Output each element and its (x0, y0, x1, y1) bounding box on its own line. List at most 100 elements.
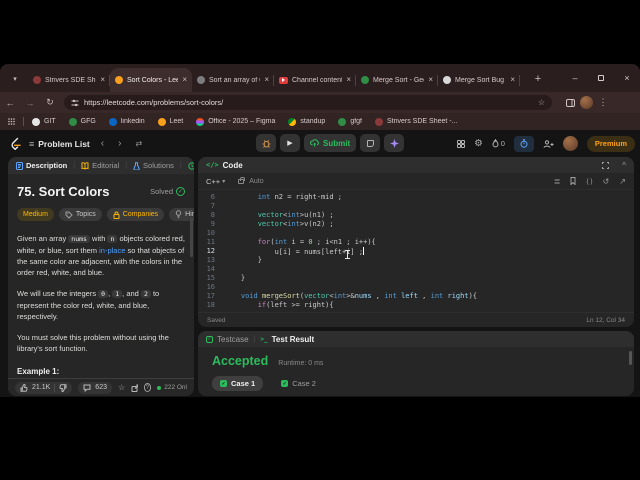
submit-button[interactable]: Submit (304, 134, 357, 152)
browser-profile-avatar[interactable] (580, 96, 593, 109)
expand-editor-icon[interactable]: ↗ (619, 177, 626, 186)
premium-button[interactable]: Premium (586, 135, 635, 152)
browser-tab[interactable]: Strivers SDE Sheet × (28, 68, 110, 92)
code-line[interactable]: 15 } (198, 274, 634, 283)
code-line[interactable]: 16 (198, 283, 634, 292)
code-line[interactable]: 13 } (198, 256, 634, 265)
fullscreen-icon[interactable] (602, 161, 610, 169)
bookmark-item[interactable]: Strivers SDE Sheet -... (375, 117, 457, 126)
reset-code-icon[interactable]: ↺ (603, 177, 610, 186)
code-line[interactable]: 7 (198, 202, 634, 211)
notes-button[interactable] (360, 134, 381, 152)
code-line[interactable]: 17 void mergeSort(vector<int>&nums , int… (198, 292, 634, 301)
tab-close-icon[interactable]: × (182, 76, 187, 84)
browser-tab[interactable]: Sort an array of 0s × (192, 68, 274, 92)
browser-tab[interactable]: Sort Colors - LeetC× (110, 68, 192, 92)
code-line[interactable]: 8 vector<int>u(n1) ; (198, 211, 634, 220)
next-problem-button[interactable]: › (115, 138, 124, 149)
case-2-pill[interactable]: ✓ Case 2 (273, 376, 324, 391)
bookmark-item[interactable]: Office - 2025 – Figma (196, 117, 275, 126)
tab-description[interactable]: Description (16, 161, 67, 170)
debugger-button[interactable] (256, 134, 276, 152)
bookmark-item[interactable]: gfgf (338, 117, 362, 126)
code-line[interactable]: 9 vector<int>v(n2) ; (198, 220, 634, 229)
timer-button[interactable] (513, 135, 534, 152)
comments-pill[interactable]: 623 (78, 381, 112, 394)
invite-user-icon[interactable] (543, 139, 554, 148)
code-editor[interactable]: 6 int n2 = right-mid ; 7 8 vector<int>u(n1… (198, 190, 634, 312)
tab-close-icon[interactable]: × (428, 76, 433, 84)
user-avatar[interactable] (562, 136, 578, 151)
apps-grid-icon[interactable] (8, 118, 15, 125)
in-place-link[interactable]: in-place (99, 246, 125, 255)
bookmark-item[interactable]: GIT (32, 117, 56, 126)
code-line[interactable]: 11 for(int i = 0 ; i<n1 ; i++){ (198, 238, 634, 247)
tab-close-icon[interactable]: × (264, 76, 269, 84)
case-1-pill[interactable]: ✓ Case 1 (212, 376, 264, 391)
bookmark-item[interactable]: GFG (68, 117, 96, 126)
tab-testcase[interactable]: ✓ Testcase (206, 335, 249, 344)
back-button[interactable]: ← (0, 98, 20, 108)
ai-assistant-button[interactable] (384, 134, 405, 152)
scrollbar-thumb[interactable] (629, 351, 632, 365)
share-icon[interactable] (131, 384, 138, 392)
play-icon: ▶ (287, 140, 293, 147)
leetcode-logo[interactable] (10, 137, 21, 150)
language-selector[interactable]: C++ ▾ (206, 177, 225, 186)
new-tab-button[interactable]: + (530, 71, 546, 87)
scrollbar-thumb[interactable] (190, 217, 193, 257)
tab-editorial[interactable]: Editorial (81, 161, 119, 170)
case-check-icon: ✓ (281, 380, 289, 387)
tab-submissions[interactable]: Subm (188, 161, 194, 170)
layout-switcher-icon[interactable] (457, 139, 466, 148)
tab-close-icon[interactable]: × (100, 76, 105, 84)
difficulty-badge[interactable]: Medium (17, 208, 54, 221)
site-info-icon[interactable] (71, 99, 79, 107)
close-window-button[interactable]: × (614, 73, 640, 83)
code-line[interactable]: 10 (198, 229, 634, 238)
divider: | (73, 162, 76, 169)
format-code-icon[interactable]: ≣ (554, 177, 561, 186)
tab-close-icon[interactable]: × (346, 76, 351, 84)
favorite-star-icon[interactable]: ☆ (118, 383, 125, 392)
shuffle-icon[interactable]: ⇄ (132, 139, 145, 148)
feedback-icon[interactable]: ? (143, 383, 152, 392)
reload-button[interactable]: ↻ (40, 97, 60, 108)
prev-problem-button[interactable]: ‹ (98, 138, 107, 149)
browser-tab[interactable]: Merge Sort - Geek × (356, 68, 438, 92)
restore-button[interactable] (588, 73, 614, 83)
vote-pill[interactable]: 21.1K (15, 381, 73, 394)
collapse-panel-icon[interactable]: ^ (622, 161, 626, 170)
companies-badge[interactable]: Companies (106, 208, 165, 221)
side-panel-icon[interactable] (560, 98, 580, 107)
minimize-button[interactable]: – (562, 73, 588, 83)
streak-flame-icon[interactable]: 0 (492, 139, 505, 148)
browser-tab[interactable]: Channel content - × (274, 68, 356, 92)
tab-solutions[interactable]: Solutions (133, 161, 174, 170)
code-line[interactable]: 12 u[i] = nums[left+i] ; (198, 247, 634, 256)
testcase-check-icon: ✓ (206, 335, 213, 343)
bookmark-item[interactable]: standup (288, 117, 325, 126)
browser-menu-icon[interactable]: ⋮ (593, 97, 613, 108)
url-bar[interactable]: https://leetcode.com/problems/sort-color… (64, 95, 552, 110)
tab-test-result[interactable]: >_ Test Result (260, 335, 314, 344)
topics-badge[interactable]: Topics (58, 208, 102, 221)
settings-gear-icon[interactable]: ⚙ (474, 138, 483, 149)
forward-button[interactable]: → (20, 98, 40, 108)
browser-tab[interactable]: Merge Sort Bug × (438, 68, 520, 92)
snippets-icon[interactable]: { } (586, 178, 592, 185)
line-number: 10 (206, 229, 215, 237)
tab-close-icon[interactable]: × (510, 76, 515, 84)
code-line[interactable]: 14 (198, 265, 634, 274)
run-button[interactable]: ▶ (280, 134, 300, 152)
bookmark-item[interactable]: Leet (157, 117, 183, 126)
code-line[interactable]: 6 int n2 = right-mid ; (198, 193, 634, 202)
bookmark-icon[interactable] (570, 177, 576, 185)
problem-list-button[interactable]: ≡ Problem List (29, 139, 90, 149)
bookmark-item[interactable]: linkedin (108, 117, 145, 126)
bookmark-star-icon[interactable]: ☆ (538, 98, 545, 107)
url-text[interactable]: https://leetcode.com/problems/sort-color… (84, 98, 533, 107)
tab-search-button[interactable]: ▾ (6, 71, 24, 87)
terminal-icon: >_ (260, 335, 268, 343)
code-line[interactable]: 18 if(left >= right){ (198, 301, 634, 310)
